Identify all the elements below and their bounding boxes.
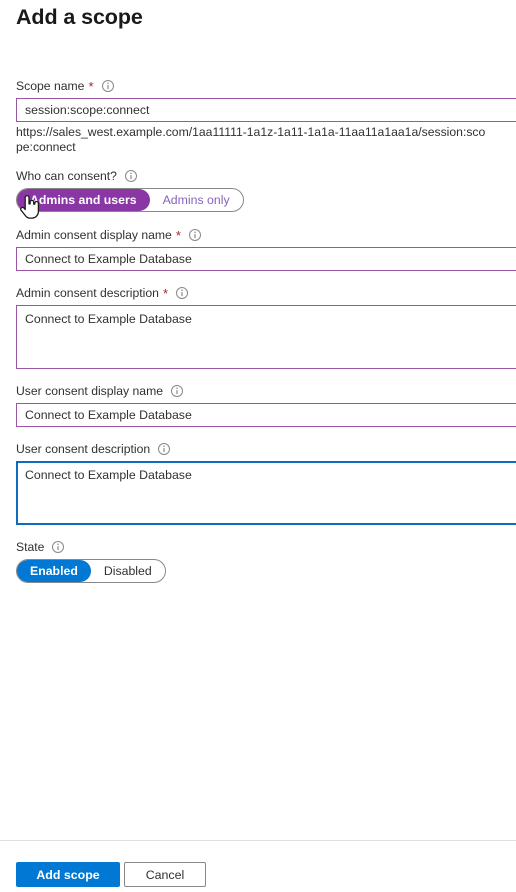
scope-name-input[interactable]: [16, 98, 516, 122]
user-consent-description-label-text: User consent description: [16, 442, 151, 456]
scope-name-label: Scope name *: [16, 78, 516, 98]
who-can-consent-toggle-group[interactable]: Admins and users Admins only: [16, 188, 244, 212]
user-consent-display-name-label-text: User consent display name: [16, 384, 163, 398]
state-label: State: [16, 539, 516, 559]
admin-consent-display-name-input[interactable]: [16, 247, 516, 271]
admin-consent-display-name-label-text: Admin consent display name: [16, 228, 172, 242]
info-icon[interactable]: [101, 80, 114, 92]
admin-consent-description-label: Admin consent description *: [16, 285, 516, 305]
user-consent-description-label: User consent description: [16, 441, 516, 461]
info-icon[interactable]: [52, 541, 65, 553]
field-scope-name: Scope name * https://sales_west.example.…: [0, 78, 516, 155]
required-indicator: *: [88, 78, 94, 94]
state-option-disabled[interactable]: Disabled: [91, 560, 165, 582]
footer-action-bar: Add scope Cancel: [0, 841, 516, 892]
scope-name-helper-url: https://sales_west.example.com/1aa11111-…: [16, 125, 486, 154]
state-toggle-group[interactable]: Enabled Disabled: [16, 559, 166, 583]
info-icon[interactable]: [176, 287, 189, 299]
add-scope-button[interactable]: Add scope: [16, 862, 120, 887]
info-icon[interactable]: [158, 443, 171, 455]
field-admin-consent-description: Admin consent description *: [0, 285, 516, 369]
field-user-consent-display-name: User consent display name: [0, 383, 516, 427]
info-icon[interactable]: [124, 170, 137, 182]
info-icon[interactable]: [171, 385, 183, 397]
who-can-consent-label-text: Who can consent?: [16, 169, 117, 183]
who-can-consent-label: Who can consent?: [16, 168, 516, 188]
who-can-consent-option-admins-and-users[interactable]: Admins and users: [17, 189, 150, 211]
field-user-consent-description: User consent description: [0, 441, 516, 525]
admin-consent-display-name-label: Admin consent display name *: [16, 227, 516, 247]
user-consent-description-textarea[interactable]: [16, 461, 516, 525]
admin-consent-description-label-text: Admin consent description: [16, 286, 159, 300]
scope-name-label-text: Scope name: [16, 79, 85, 93]
field-state: State Enabled Disabled: [0, 539, 516, 583]
required-indicator: *: [162, 285, 169, 301]
page-title: Add a scope: [16, 5, 143, 29]
required-indicator: *: [175, 227, 181, 243]
state-label-text: State: [16, 540, 45, 554]
state-option-enabled[interactable]: Enabled: [17, 560, 91, 582]
admin-consent-description-textarea[interactable]: [16, 305, 516, 369]
cancel-button[interactable]: Cancel: [124, 862, 206, 887]
add-scope-panel: Add a scope Scope name * https://sales_w…: [0, 0, 516, 892]
info-icon[interactable]: [188, 229, 201, 241]
field-who-can-consent: Who can consent? Admins and users Admins…: [0, 168, 516, 212]
who-can-consent-option-admins-only[interactable]: Admins only: [150, 189, 243, 211]
add-scope-form: Scope name * https://sales_west.example.…: [0, 78, 516, 583]
user-consent-display-name-label: User consent display name: [16, 383, 516, 403]
user-consent-display-name-input[interactable]: [16, 403, 516, 427]
field-admin-consent-display-name: Admin consent display name *: [0, 227, 516, 271]
